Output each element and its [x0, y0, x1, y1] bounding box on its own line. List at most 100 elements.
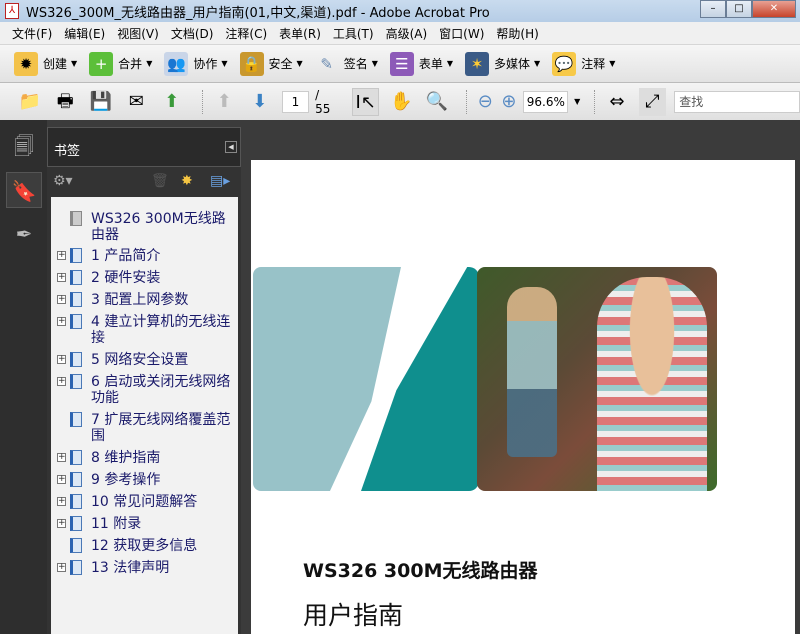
- zoom-out-icon[interactable]: ⊖: [475, 88, 495, 116]
- close-button[interactable]: ✕: [752, 0, 796, 18]
- menu-edit[interactable]: 编辑(E): [58, 25, 111, 42]
- create-icon: ✹: [14, 51, 38, 76]
- hand-tool-icon[interactable]: ✋: [387, 88, 415, 116]
- fit-page-icon[interactable]: ⤢: [638, 87, 667, 116]
- comment-icon: 💬: [552, 51, 577, 76]
- bookmark-icon: [70, 314, 82, 329]
- menu-tools[interactable]: 工具(T): [327, 25, 380, 42]
- expand-icon[interactable]: +: [57, 317, 66, 326]
- menu-comments[interactable]: 注释(C): [219, 25, 273, 42]
- page-total: / 55: [315, 87, 331, 116]
- menu-file[interactable]: 文件(F): [6, 25, 58, 42]
- zoom-level-select[interactable]: 96.6%: [522, 90, 569, 113]
- page-number-input[interactable]: 1: [281, 90, 310, 113]
- bookmark-icon: [70, 472, 82, 487]
- forms-button[interactable]: ☰ 表单 ▼: [389, 51, 453, 76]
- multimedia-button[interactable]: ✶ 多媒体 ▼: [465, 51, 540, 76]
- sign-label: 签名: [343, 57, 368, 71]
- open-folder-icon[interactable]: 📁: [16, 88, 44, 116]
- menu-view[interactable]: 视图(V): [111, 25, 165, 42]
- expand-icon[interactable]: +: [57, 355, 66, 364]
- pdf-page: WS326 300M无线路由器 用户指南: [251, 160, 795, 634]
- previous-page-icon[interactable]: ⬆: [211, 88, 239, 116]
- signatures-icon[interactable]: ✒: [6, 216, 42, 252]
- select-tool-icon[interactable]: I↖: [351, 87, 380, 116]
- print-icon[interactable]: 🖶: [52, 88, 80, 116]
- pen-icon: ✎: [320, 54, 333, 73]
- panel-title: 书签: [54, 144, 81, 159]
- options-gear-icon[interactable]: ⚙▾: [53, 173, 73, 189]
- bookmark-label: WS326 300M无线路由器: [91, 211, 226, 243]
- bookmark-label: 7 扩展无线网络覆盖范围: [91, 412, 231, 444]
- menu-advanced[interactable]: 高级(A): [380, 25, 434, 42]
- expand-icon[interactable]: +: [57, 295, 66, 304]
- zoom-dropdown-icon[interactable]: ▼: [574, 97, 580, 106]
- bookmark-label: 10 常见问题解答: [91, 494, 198, 510]
- bookmark-icon: [70, 450, 82, 465]
- bookmark-label: 11 附录: [91, 516, 142, 532]
- next-page-icon[interactable]: ⬇: [246, 88, 274, 116]
- new-bookmark-icon[interactable]: ✸: [181, 173, 193, 189]
- bookmark-icon: [70, 516, 82, 531]
- expand-icon[interactable]: +: [57, 251, 66, 260]
- expand-icon[interactable]: +: [57, 377, 66, 386]
- delete-icon[interactable]: 🗑: [151, 173, 169, 189]
- pages-icon[interactable]: 🗐: [6, 128, 42, 164]
- zoom-in-icon[interactable]: ⊕: [499, 88, 519, 116]
- panel-splitter[interactable]: [241, 120, 249, 634]
- combine-button[interactable]: + 合并 ▼: [89, 51, 152, 76]
- maximize-button[interactable]: □: [726, 0, 752, 18]
- menu-forms[interactable]: 表单(R): [273, 25, 327, 42]
- expand-icon[interactable]: +: [57, 453, 66, 462]
- collaborate-label: 协作: [193, 57, 218, 71]
- document-title: 用户指南: [303, 601, 404, 630]
- bookmarks-icon[interactable]: 🔖: [6, 172, 42, 208]
- expand-icon[interactable]: +: [57, 475, 66, 484]
- pdf-icon: ⅄: [5, 3, 19, 19]
- upload-globe-icon[interactable]: ⬆: [158, 88, 186, 116]
- menu-document[interactable]: 文档(D): [165, 25, 220, 42]
- email-icon[interactable]: ✉: [123, 88, 151, 116]
- comment-label: 注释: [581, 57, 606, 71]
- navigation-rail: 🗐 🔖 ✒: [0, 120, 47, 634]
- expand-icon[interactable]: +: [57, 497, 66, 506]
- bookmark-icon: [70, 292, 82, 307]
- bookmark-label: 1 产品简介: [91, 248, 161, 264]
- secure-button[interactable]: 🔒 安全 ▼: [239, 51, 303, 76]
- combine-icon: +: [89, 51, 114, 76]
- bookmark-label: 12 获取更多信息: [91, 538, 198, 554]
- find-input[interactable]: 查找: [674, 90, 800, 113]
- save-icon[interactable]: 💾: [87, 88, 115, 116]
- bookmark-label: 3 配置上网参数: [91, 292, 189, 308]
- bookmark-icon: [70, 352, 82, 367]
- comment-button[interactable]: 💬 注释 ▼: [552, 51, 615, 76]
- title-bar: ⅄ WS326_300M_无线路由器_用户指南(01,中文,渠道).pdf - …: [0, 0, 800, 22]
- tasks-toolbar: ✹ 创建 ▼ + 合并 ▼ 👥 协作 ▼ 🔒 安全 ▼ ✎ 签名 ▼ ☰ 表单 ▼ ✶ 多媒体 ▼ 💬 注释 ▼: [0, 45, 800, 83]
- bookmark-list: WS326 300M无线路由器 +1 产品简介 +2 硬件安装 +3 配置上网参数 +4…: [51, 197, 238, 634]
- bookmark-icon: [70, 270, 82, 285]
- marquee-zoom-icon[interactable]: 🔍: [423, 88, 451, 116]
- multimedia-icon: ✶: [465, 51, 490, 76]
- create-label: 创建: [43, 57, 68, 71]
- minimize-button[interactable]: –: [700, 0, 726, 18]
- secure-label: 安全: [268, 57, 293, 71]
- window-title: WS326_300M_无线路由器_用户指南(01,中文,渠道).pdf - Ad…: [26, 6, 490, 21]
- product-name: WS326 300M无线路由器: [303, 560, 538, 582]
- expand-icon[interactable]: +: [57, 519, 66, 528]
- menu-window[interactable]: 窗口(W): [433, 25, 490, 42]
- create-button[interactable]: ✹ 创建 ▼: [14, 51, 77, 76]
- collaborate-button[interactable]: 👥 协作 ▼: [164, 51, 228, 76]
- collapse-panel-icon[interactable]: ◀: [225, 141, 237, 153]
- menu-help[interactable]: 帮助(H): [490, 25, 544, 42]
- bookmarks-panel: 书签 ◀ ⚙▾ 🗑 ✸ ▤▸ WS326 300M无线路由器 +1 产品简介 +2 硬…: [47, 127, 241, 634]
- collaborate-icon: 👥: [164, 51, 189, 76]
- bookmark-label: 9 参考操作: [91, 472, 161, 488]
- bookmark-icon: [70, 538, 82, 553]
- expand-bookmark-icon[interactable]: ▤▸: [210, 173, 230, 189]
- fit-width-icon[interactable]: ⇔: [603, 88, 631, 116]
- expand-icon[interactable]: +: [57, 563, 66, 572]
- expand-icon[interactable]: +: [57, 273, 66, 282]
- sign-button[interactable]: ✎ 签名 ▼: [315, 52, 377, 76]
- bookmark-label: 2 硬件安装: [91, 270, 161, 286]
- cover-photo: [477, 267, 717, 491]
